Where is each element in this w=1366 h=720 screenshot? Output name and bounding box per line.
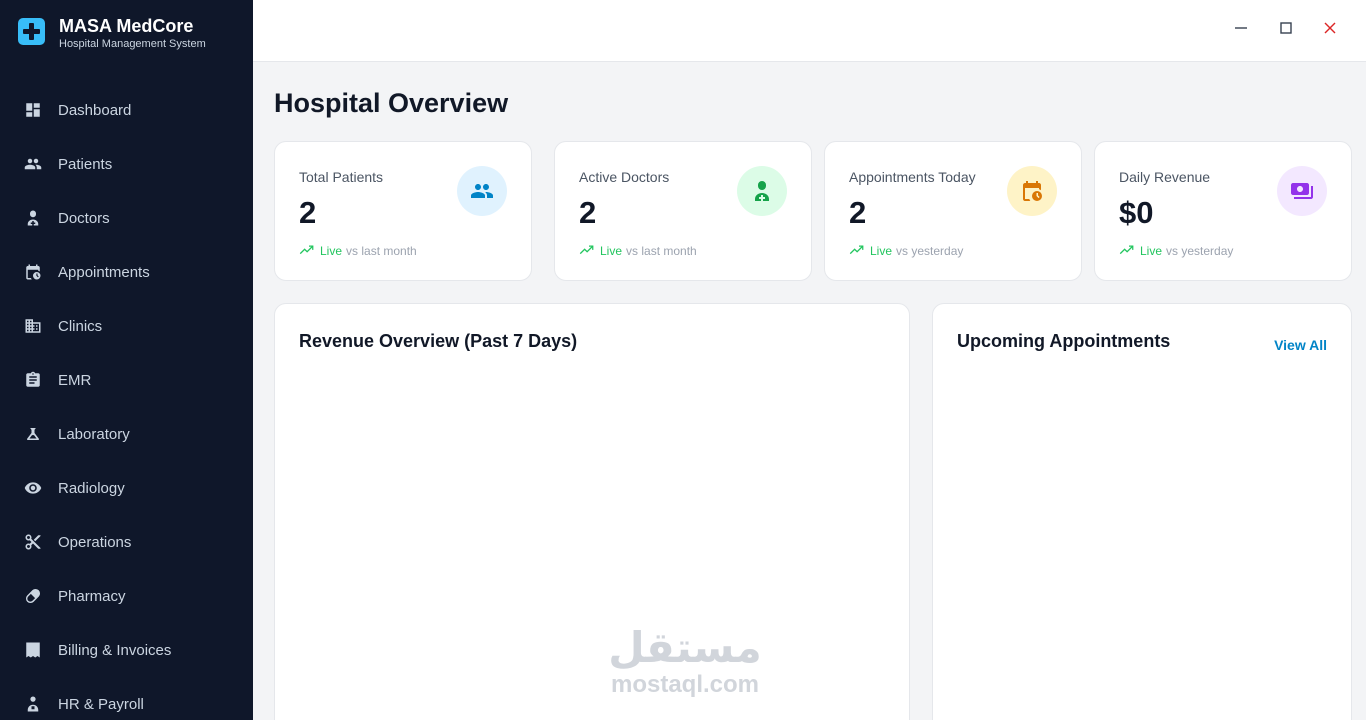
dashboard-icon bbox=[24, 101, 42, 119]
sidebar-item-emr[interactable]: EMR bbox=[0, 353, 253, 407]
doctor-icon bbox=[755, 181, 769, 201]
scissors-icon bbox=[24, 533, 42, 551]
app-subtitle: Hospital Management System bbox=[59, 38, 206, 50]
trend-comparison: vs last month bbox=[626, 243, 697, 258]
trend-comparison: vs yesterday bbox=[1166, 243, 1234, 258]
maximize-icon bbox=[1280, 22, 1292, 34]
stat-card-total-patients: Total Patients 2 Live vs last month bbox=[274, 141, 532, 281]
watermark-latin: mostaql.com bbox=[610, 671, 760, 698]
stat-card-daily-revenue: Daily Revenue $0 Live vs yesterday bbox=[1094, 141, 1352, 281]
minimize-icon bbox=[1235, 27, 1247, 29]
medical-cross-logo-icon bbox=[18, 18, 45, 45]
close-button[interactable] bbox=[1316, 14, 1344, 42]
stat-value: 2 bbox=[579, 195, 597, 230]
sidebar-item-appointments[interactable]: Appointments bbox=[0, 245, 253, 299]
stat-value: $0 bbox=[1119, 195, 1154, 230]
users-icon bbox=[471, 184, 493, 198]
watermark-arabic: مستقل bbox=[608, 623, 762, 672]
sidebar-item-label: Operations bbox=[58, 533, 132, 551]
sidebar-item-dashboard[interactable]: Dashboard bbox=[0, 83, 253, 137]
stat-value: 2 bbox=[849, 195, 867, 230]
sidebar-item-hr-payroll[interactable]: HR & Payroll bbox=[0, 677, 253, 720]
stat-icon-badge bbox=[1277, 166, 1327, 216]
calendar-clock-icon bbox=[24, 263, 42, 281]
trend-comparison: vs last month bbox=[346, 243, 417, 258]
sidebar-item-label: Laboratory bbox=[58, 425, 130, 443]
calendar-clock-icon bbox=[1023, 181, 1042, 201]
stat-trend: Live vs yesterday bbox=[849, 243, 963, 258]
sidebar-item-radiology[interactable]: Radiology bbox=[0, 461, 253, 515]
panel-title: Revenue Overview (Past 7 Days) bbox=[299, 331, 578, 351]
trend-live: Live bbox=[320, 243, 343, 258]
stat-icon-badge bbox=[1007, 166, 1057, 216]
sidebar-item-clinics[interactable]: Clinics bbox=[0, 299, 253, 353]
revenue-overview-panel: Revenue Overview (Past 7 Days) bbox=[274, 303, 910, 720]
brand-text: MASA MedCore Hospital Management System bbox=[59, 16, 206, 50]
sidebar-item-operations[interactable]: Operations bbox=[0, 515, 253, 569]
clipboard-icon bbox=[24, 371, 42, 389]
sidebar-item-label: Doctors bbox=[58, 209, 110, 227]
sidebar-item-label: EMR bbox=[58, 371, 92, 389]
users-icon bbox=[24, 155, 42, 173]
maximize-button[interactable] bbox=[1272, 14, 1300, 42]
trending-up-icon bbox=[849, 245, 864, 255]
trend-live: Live bbox=[870, 243, 893, 258]
sidebar-item-label: Pharmacy bbox=[58, 587, 126, 605]
sidebar-item-label: Patients bbox=[58, 155, 113, 173]
trending-up-icon bbox=[1119, 245, 1134, 255]
building-icon bbox=[24, 317, 42, 335]
minimize-button[interactable] bbox=[1227, 14, 1255, 42]
stat-card-appointments-today: Appointments Today 2 Live vs yesterday bbox=[824, 141, 1082, 281]
close-icon bbox=[1324, 22, 1336, 34]
brand: MASA MedCore Hospital Management System bbox=[18, 16, 206, 50]
sidebar-item-label: Clinics bbox=[58, 317, 103, 335]
app-name: MASA MedCore bbox=[59, 16, 194, 36]
sidebar-item-billing[interactable]: Billing & Invoices bbox=[0, 623, 253, 677]
upcoming-appointments-panel: Upcoming Appointments View All bbox=[932, 303, 1352, 720]
sidebar-item-label: Billing & Invoices bbox=[58, 641, 172, 659]
sidebar-item-label: Dashboard bbox=[58, 101, 132, 119]
sidebar-item-pharmacy[interactable]: Pharmacy bbox=[0, 569, 253, 623]
stat-label: Daily Revenue bbox=[1119, 169, 1211, 185]
trend-live: Live bbox=[1140, 243, 1163, 258]
sidebar-item-label: Radiology bbox=[58, 479, 125, 497]
sidebar-item-doctors[interactable]: Doctors bbox=[0, 191, 253, 245]
sidebar-item-patients[interactable]: Patients bbox=[0, 137, 253, 191]
sidebar-item-label: HR & Payroll bbox=[58, 695, 144, 713]
stat-icon-badge bbox=[457, 166, 507, 216]
stat-value: 2 bbox=[299, 195, 317, 230]
stat-trend: Live vs last month bbox=[299, 243, 417, 258]
trend-live: Live bbox=[600, 243, 623, 258]
eye-icon bbox=[24, 479, 42, 497]
stat-label: Active Doctors bbox=[579, 169, 670, 185]
sidebar-item-laboratory[interactable]: Laboratory bbox=[0, 407, 253, 461]
stat-card-active-doctors: Active Doctors 2 Live vs last month bbox=[554, 141, 812, 281]
watermark: مستقل mostaql.com bbox=[600, 624, 770, 698]
panel-title: Upcoming Appointments bbox=[957, 331, 1171, 351]
money-icon bbox=[1291, 183, 1313, 199]
page-title: Hospital Overview bbox=[274, 88, 509, 118]
pill-icon bbox=[24, 587, 42, 605]
trending-up-icon bbox=[579, 245, 594, 255]
view-all-link[interactable]: View All bbox=[1274, 337, 1327, 353]
doctor-icon bbox=[24, 209, 42, 227]
stat-trend: Live vs yesterday bbox=[1119, 243, 1233, 258]
stat-label: Appointments Today bbox=[849, 169, 976, 185]
sidebar-nav: Dashboard Patients Doctors Appointments … bbox=[0, 83, 253, 720]
receipt-icon bbox=[24, 641, 42, 659]
trend-comparison: vs yesterday bbox=[896, 243, 964, 258]
flask-icon bbox=[24, 425, 42, 443]
trending-up-icon bbox=[299, 245, 314, 255]
sidebar: MASA MedCore Hospital Management System … bbox=[0, 0, 253, 720]
stat-icon-badge bbox=[737, 166, 787, 216]
person-badge-icon bbox=[24, 695, 42, 713]
window-titlebar bbox=[253, 0, 1366, 62]
stat-label: Total Patients bbox=[299, 169, 384, 185]
sidebar-item-label: Appointments bbox=[58, 263, 150, 281]
stat-trend: Live vs last month bbox=[579, 243, 697, 258]
